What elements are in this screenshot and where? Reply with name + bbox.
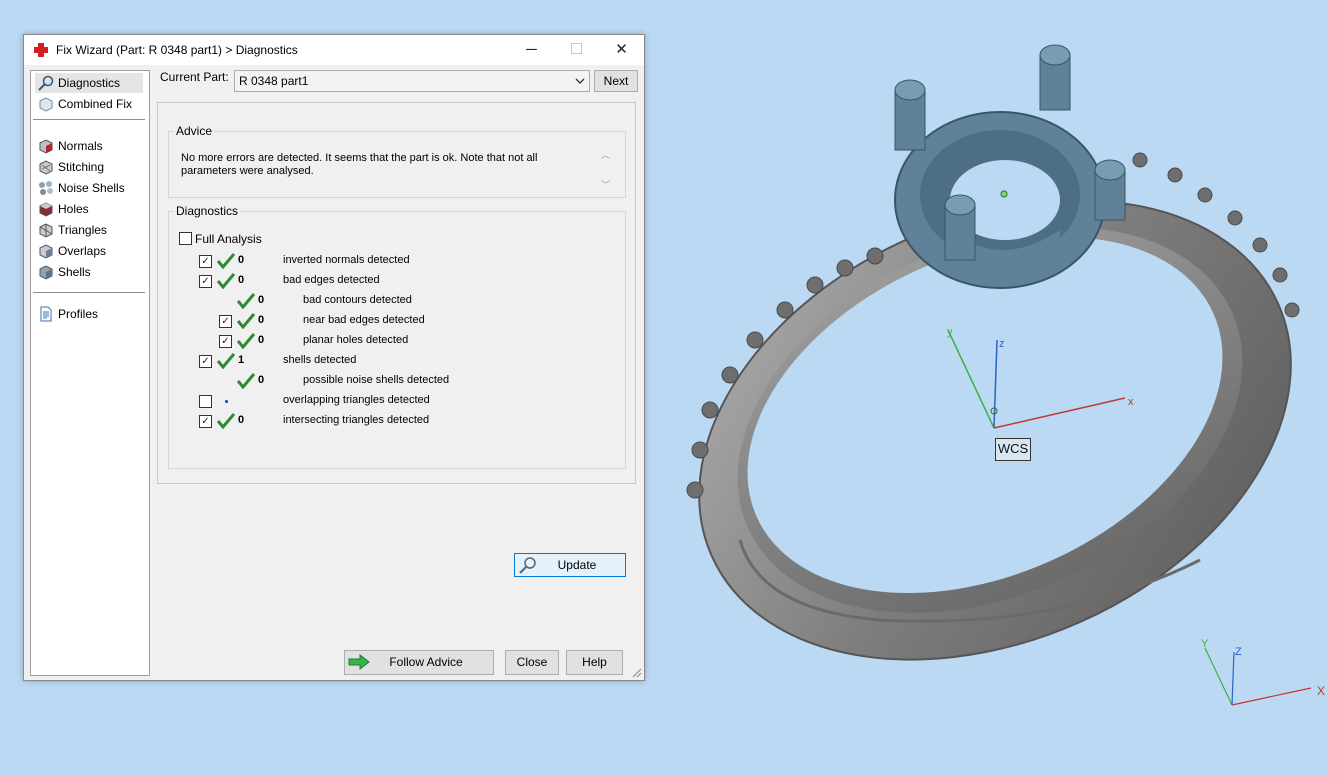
diagnostics-panel: Advice No more errors are detected. It s…: [157, 102, 636, 577]
check-mark-icon: [217, 253, 235, 269]
advice-legend: Advice: [176, 124, 213, 138]
diagnostics-group: Diagnostics Full Analysis ✓ 0 inverted nor…: [168, 204, 626, 577]
diagnostic-label: planar holes detected: [303, 334, 409, 346]
close-button[interactable]: Close: [505, 650, 559, 675]
advice-text: No more errors are detected. It seems th…: [181, 152, 538, 177]
overlaps-cube-icon: [39, 244, 53, 259]
diagnostic-count: 0: [258, 374, 265, 386]
diagnostic-count: 0: [258, 294, 265, 306]
diagnostic-count: 0: [258, 334, 265, 346]
check-mark-icon: [217, 273, 235, 289]
diagnostic-label: possible noise shells detected: [303, 374, 450, 386]
diagnostic-checkbox[interactable]: ✓: [199, 275, 212, 288]
diagnostics-legend: Diagnostics: [176, 204, 239, 218]
diagnostic-count: 1: [238, 354, 245, 366]
diagnostic-label: near bad edges detected: [303, 314, 425, 326]
scroll-down-arrow[interactable]: ﹀: [601, 178, 610, 191]
diagnostic-label: bad edges detected: [283, 274, 380, 286]
corner-z-label: Z: [1235, 646, 1242, 658]
advice-group: Advice No more errors are detected. It s…: [168, 124, 626, 198]
check-mark-icon: [217, 413, 235, 429]
red-cross-icon: [34, 43, 48, 57]
diagnostic-checkbox[interactable]: [199, 395, 212, 408]
current-part-label: Current Part:: [160, 70, 229, 84]
diagnostic-count: 0: [238, 274, 245, 286]
magnifier-icon: [519, 557, 536, 574]
diagnostic-label: bad contours detected: [303, 294, 412, 306]
diagnostic-label: intersecting triangles detected: [283, 414, 430, 426]
scroll-up-arrow[interactable]: ︿: [601, 148, 610, 161]
wcs-label: WCS: [995, 438, 1031, 461]
diagnostic-label: overlapping triangles detected: [283, 394, 430, 406]
close-window-button[interactable]: ✕: [599, 35, 644, 65]
check-mark-icon: [237, 373, 255, 389]
diagnostic-label: inverted normals detected: [283, 254, 410, 266]
follow-advice-button[interactable]: Follow Advice: [344, 650, 494, 675]
noise-shells-icon: [39, 181, 53, 195]
next-button[interactable]: Next: [594, 70, 638, 92]
current-part-select[interactable]: R 0348 part1: [234, 70, 590, 92]
corner-axes: [1204, 647, 1312, 706]
update-button[interactable]: Update: [514, 553, 626, 577]
diagnostic-count: 0: [238, 254, 245, 266]
diagnostic-count: 0: [238, 414, 245, 426]
magnifier-icon: [38, 75, 54, 91]
triangles-cube-icon: [39, 223, 53, 238]
document-icon: [40, 306, 52, 322]
title-bar[interactable]: Fix Wizard (Part: R 0348 part1) > Diagno…: [24, 35, 644, 65]
z-axis-label: z: [999, 338, 1005, 350]
diagnostic-checkbox[interactable]: ✓: [219, 335, 232, 348]
nav-item-diagnostics[interactable]: Diagnostics: [35, 73, 143, 93]
diagnostic-checkbox[interactable]: ✓: [199, 415, 212, 428]
green-arrow-icon: [348, 654, 370, 670]
check-mark-icon: [237, 333, 255, 349]
diagnostic-checkbox[interactable]: ✓: [219, 315, 232, 328]
nav-divider: [33, 292, 145, 293]
wizard-nav: Diagnostics Combined Fix Normals Stitchi…: [30, 70, 150, 676]
resize-grip-icon[interactable]: [632, 668, 642, 678]
full-analysis-label: Full Analysis: [195, 232, 262, 246]
minimize-button[interactable]: ─: [509, 35, 554, 65]
x-axis-label: x: [1128, 396, 1134, 408]
y-axis-label: y: [947, 326, 953, 338]
diagnostic-checkbox[interactable]: ✓: [199, 355, 212, 368]
window-title: Fix Wizard (Part: R 0348 part1) > Diagno…: [56, 43, 298, 57]
check-mark-icon: [217, 353, 235, 369]
holes-cube-icon: [39, 202, 53, 217]
shells-cube-icon: [39, 265, 53, 280]
help-button[interactable]: Help: [566, 650, 623, 675]
nav-divider: [33, 119, 145, 120]
current-part-value: R 0348 part1: [239, 74, 309, 88]
diagnostic-count: 0: [258, 314, 265, 326]
full-analysis-checkbox[interactable]: [179, 232, 192, 245]
diagnostic-label: shells detected: [283, 354, 357, 366]
corner-x-label: X: [1317, 684, 1326, 698]
corner-y-label: Y: [1201, 638, 1209, 650]
stitching-cube-icon: [39, 160, 53, 175]
check-mark-icon: [237, 313, 255, 329]
diagnostic-checkbox[interactable]: ✓: [199, 255, 212, 268]
maximize-button: ☐: [569, 41, 584, 58]
pending-dot-icon: [225, 400, 228, 403]
normals-cube-icon: [39, 139, 53, 154]
fix-wizard-dialog: Fix Wizard (Part: R 0348 part1) > Diagno…: [23, 34, 645, 681]
chevron-down-icon: [575, 78, 585, 84]
check-mark-icon: [237, 293, 255, 309]
cube-icon: [39, 97, 53, 112]
